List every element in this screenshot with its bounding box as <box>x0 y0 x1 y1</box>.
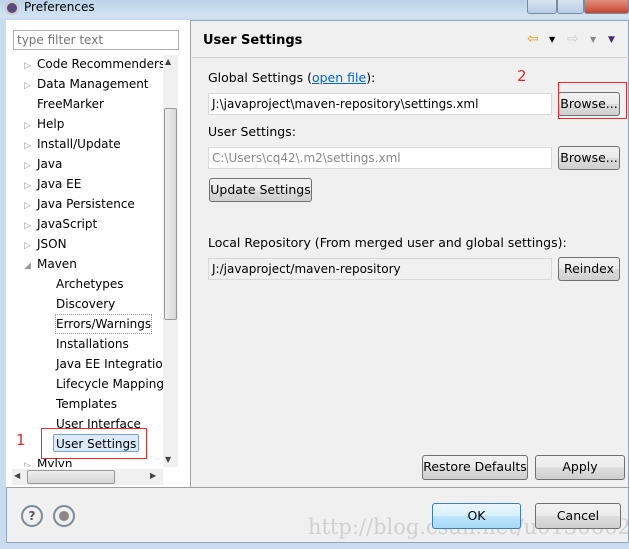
tree-item[interactable]: ▷ Code Recommenders <box>24 55 165 73</box>
expand-arrow-icon[interactable]: ▷ <box>24 237 37 255</box>
filter-input[interactable] <box>13 30 179 50</box>
cancel-button[interactable]: Cancel <box>535 503 621 529</box>
expand-arrow-icon[interactable]: ▷ <box>24 457 37 467</box>
minimize-button[interactable] <box>527 0 557 14</box>
help-icon[interactable]: ? <box>21 505 43 527</box>
restore-defaults-button[interactable]: Restore Defaults <box>422 455 528 480</box>
bottom-separator <box>6 487 629 488</box>
expand-arrow-icon[interactable]: ▷ <box>24 77 37 95</box>
local-repository-field: J:/javaproject/maven-repository <box>208 258 552 280</box>
scroll-right-arrow-icon[interactable]: ▶ <box>150 471 156 480</box>
tree-item[interactable]: ▷ Data Management <box>24 75 149 93</box>
tree-item[interactable]: ▷ JSON <box>24 235 67 253</box>
tree-item-maven-child[interactable]: Java EE Integration <box>56 355 170 373</box>
record-macro-icon[interactable] <box>53 505 75 527</box>
collapse-arrow-icon[interactable]: ◢ <box>24 257 37 275</box>
global-settings-label: Global Settings (open file): <box>208 70 376 85</box>
back-menu-chevron-icon[interactable]: ▼ <box>549 35 555 44</box>
expand-arrow-icon[interactable]: ▷ <box>24 157 37 175</box>
tree-item-maven-child[interactable]: Errors/Warnings <box>54 314 153 334</box>
annotation-2: 2 <box>517 67 527 85</box>
tree-item[interactable]: ▷ JavaScript <box>24 215 97 233</box>
page-title: User Settings <box>203 33 303 48</box>
header-separator <box>192 57 629 58</box>
tree-item[interactable]: ▷ Mylyn <box>24 455 73 467</box>
expand-arrow-icon[interactable]: ▷ <box>24 217 37 235</box>
scroll-down-arrow-icon[interactable]: ▼ <box>165 455 171 464</box>
maximize-button[interactable] <box>557 0 584 14</box>
forward-menu-chevron-icon[interactable]: ▼ <box>590 35 596 44</box>
ok-button[interactable]: OK <box>432 503 521 529</box>
expand-arrow-icon[interactable]: ▷ <box>24 117 37 135</box>
tree-item-maven-child[interactable]: Archetypes <box>56 275 124 293</box>
tree-item[interactable]: ▷ Java EE <box>24 175 81 193</box>
user-settings-label: User Settings: <box>208 124 296 139</box>
reindex-button[interactable]: Reindex <box>558 257 620 281</box>
scroll-up-arrow-icon[interactable]: ▲ <box>165 57 171 66</box>
update-settings-button[interactable]: Update Settings <box>209 178 312 202</box>
local-repository-label: Local Repository (From merged user and g… <box>208 235 567 250</box>
tree-item[interactable]: FreeMarker <box>24 95 104 113</box>
tree-scroll-thumb[interactable] <box>164 108 177 320</box>
annotation-box-2 <box>558 82 627 119</box>
forward-arrow-icon[interactable]: ⇨ <box>567 31 579 47</box>
expand-arrow-icon[interactable]: ▷ <box>24 177 37 195</box>
close-button[interactable] <box>584 0 629 14</box>
eclipse-app-icon <box>5 1 19 15</box>
tree-item-maven-child[interactable]: Discovery <box>56 295 115 313</box>
tree-item[interactable]: ▷ Help <box>24 115 64 133</box>
tree-item[interactable]: ▷ Java <box>24 155 62 173</box>
back-arrow-icon[interactable]: ⇦ <box>527 31 539 47</box>
open-file-link[interactable]: open file <box>312 70 366 85</box>
tree-item-maven-child[interactable]: Lifecycle Mapping <box>56 375 164 393</box>
tree-item[interactable]: ◢ Maven <box>24 255 77 273</box>
expand-arrow-icon[interactable]: ▷ <box>24 137 37 155</box>
tree-item-maven-child[interactable]: Templates <box>56 395 117 413</box>
global-settings-input[interactable]: J:\javaproject\maven-repository\settings… <box>208 93 552 115</box>
tree-item[interactable]: ▷ Java Persistence <box>24 195 135 213</box>
annotation-1: 1 <box>16 431 26 449</box>
tree-item[interactable]: ▷ Install/Update <box>24 135 121 153</box>
apply-button[interactable]: Apply <box>535 455 625 480</box>
tree-hscroll-thumb[interactable] <box>27 470 115 484</box>
user-browse-button[interactable]: Browse... <box>558 146 620 170</box>
tree-item-maven-child[interactable]: Installations <box>56 335 129 353</box>
user-settings-input[interactable]: C:\Users\cq42\.m2\settings.xml <box>208 147 552 169</box>
expand-arrow-icon[interactable]: ▷ <box>24 197 37 215</box>
expand-arrow-icon[interactable]: ▷ <box>24 57 37 75</box>
scroll-left-arrow-icon[interactable]: ◀ <box>14 471 20 480</box>
window-title: Preferences <box>24 0 95 14</box>
view-menu-icon[interactable]: ▼ <box>608 35 615 45</box>
